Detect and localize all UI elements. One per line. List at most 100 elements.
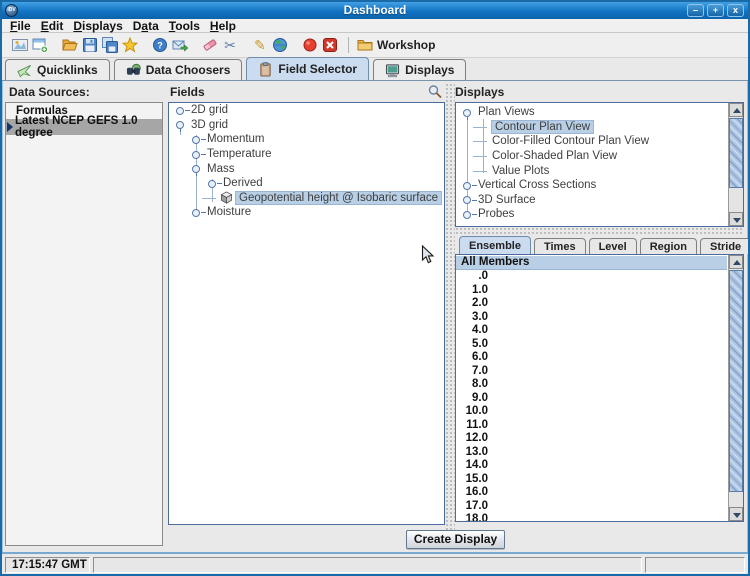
displays-tree-item[interactable]: Contour Plan View — [456, 120, 727, 135]
list-item[interactable]: 11.0 — [456, 418, 727, 432]
fields-tree-item[interactable]: Derived — [169, 176, 444, 191]
list-item[interactable]: 9.0 — [456, 391, 727, 405]
tree-collapsed-handle-icon[interactable] — [189, 132, 204, 146]
tree-collapsed-handle-icon[interactable] — [189, 147, 204, 161]
selector-tab-times[interactable]: Times — [534, 238, 586, 254]
tree-expanded-handle-icon[interactable] — [173, 118, 188, 132]
list-item[interactable]: 10.0 — [456, 405, 727, 419]
menu-file[interactable]: File — [8, 19, 39, 33]
list-item[interactable]: 17.0 — [456, 499, 727, 513]
fields-tree-item[interactable]: Moisture — [169, 205, 444, 220]
open-file-icon[interactable] — [62, 37, 78, 53]
list-item[interactable]: 7.0 — [456, 364, 727, 378]
create-display-button[interactable]: Create Display — [406, 530, 505, 549]
list-item[interactable]: 12.0 — [456, 432, 727, 446]
tree-collapsed-handle-icon[interactable] — [189, 205, 204, 219]
tree-collapsed-handle-icon[interactable] — [460, 207, 475, 221]
selector-tab-ensemble[interactable]: Ensemble — [459, 236, 531, 254]
list-item[interactable]: 3.0 — [456, 310, 727, 324]
save-as-icon[interactable] — [102, 37, 118, 53]
list-item-label: 14.0 — [456, 459, 488, 471]
monitor-icon — [385, 63, 400, 78]
list-item[interactable]: 8.0 — [456, 378, 727, 392]
list-item[interactable]: 6.0 — [456, 351, 727, 365]
maximize-button[interactable]: + — [707, 4, 724, 17]
title-bar[interactable]: IDV Dashboard –+x — [2, 2, 748, 19]
save-icon[interactable] — [82, 37, 98, 53]
support-request-icon[interactable] — [172, 37, 188, 53]
scroll-up-icon[interactable] — [729, 103, 743, 117]
globe-icon[interactable] — [272, 37, 288, 53]
tab-data-choosers[interactable]: Data Choosers — [114, 59, 243, 80]
menu-help[interactable]: Help — [208, 19, 244, 33]
displays-tree-item[interactable]: Plan Views — [456, 105, 727, 120]
minimize-button[interactable]: – — [687, 4, 704, 17]
show-dashboard-icon[interactable] — [12, 37, 28, 53]
list-item[interactable]: 4.0 — [456, 324, 727, 338]
list-item[interactable]: 15.0 — [456, 472, 727, 486]
tab-quicklinks[interactable]: Quicklinks — [5, 59, 110, 80]
displays-tree-item[interactable]: 3D Surface — [456, 193, 727, 208]
eraser-icon[interactable] — [202, 37, 218, 53]
tab-displays[interactable]: Displays — [373, 59, 466, 80]
list-item[interactable]: 18.0 — [456, 513, 727, 522]
horizontal-splitter[interactable] — [455, 227, 744, 236]
tree-expanded-handle-icon[interactable] — [460, 105, 475, 119]
menu-displays[interactable]: Displays — [71, 19, 130, 33]
data-sources-list[interactable]: FormulasLatest NCEP GEFS 1.0 degree — [5, 102, 163, 546]
ensemble-scrollbar[interactable] — [728, 255, 743, 521]
scrollbar-thumb[interactable] — [729, 118, 743, 188]
displays-tree-item[interactable]: Color-Shaded Plan View — [456, 149, 727, 164]
displays-tree-item[interactable]: Vertical Cross Sections — [456, 178, 727, 193]
scroll-down-icon[interactable] — [729, 507, 743, 521]
list-item[interactable]: 14.0 — [456, 459, 727, 473]
scrollbar-thumb[interactable] — [729, 270, 743, 492]
list-item[interactable]: 1.0 — [456, 283, 727, 297]
fields-tree-item[interactable]: Geopotential height @ Isobaric surface — [169, 191, 444, 206]
selector-tab-level[interactable]: Level — [589, 238, 637, 254]
scroll-up-icon[interactable] — [729, 255, 743, 269]
tree-collapsed-handle-icon[interactable] — [205, 176, 220, 190]
tree-collapsed-handle-icon[interactable] — [173, 103, 188, 117]
help-icon[interactable]: ? — [152, 37, 168, 53]
list-item[interactable]: .0 — [456, 270, 727, 284]
list-item[interactable]: 16.0 — [456, 486, 727, 500]
displays-tree-item[interactable]: Color-Filled Contour Plan View — [456, 134, 727, 149]
menu-tools[interactable]: Tools — [167, 19, 208, 33]
data-source-item[interactable]: Latest NCEP GEFS 1.0 degree — [6, 119, 162, 135]
magnifier-icon[interactable] — [427, 84, 443, 100]
fields-tree-item[interactable]: 3D grid — [169, 118, 444, 133]
fields-tree-item[interactable]: 2D grid — [169, 103, 444, 118]
new-window-icon[interactable] — [32, 37, 48, 53]
tab-field-selector[interactable]: Field Selector — [246, 57, 369, 80]
displays-tree[interactable]: Plan ViewsContour Plan ViewColor-Filled … — [455, 102, 744, 227]
displays-scrollbar[interactable] — [728, 103, 743, 226]
record-icon[interactable] — [302, 37, 318, 53]
exit-icon[interactable] — [322, 37, 338, 53]
cut-icon[interactable]: ✂ — [222, 37, 238, 53]
selector-tab-region[interactable]: Region — [640, 238, 697, 254]
fields-tree-item[interactable]: Temperature — [169, 147, 444, 162]
menu-data[interactable]: Data — [131, 19, 167, 33]
tree-collapsed-handle-icon[interactable] — [460, 178, 475, 192]
tree-collapsed-handle-icon[interactable] — [460, 193, 475, 207]
selector-tab-stride[interactable]: Stride — [700, 238, 750, 254]
tree-expanded-handle-icon[interactable] — [189, 162, 204, 176]
vertical-splitter[interactable] — [445, 83, 455, 552]
close-button[interactable]: x — [727, 4, 744, 17]
list-item[interactable]: 13.0 — [456, 445, 727, 459]
ensemble-list[interactable]: All Members.01.02.03.04.05.06.07.08.09.0… — [455, 254, 744, 522]
list-item[interactable]: All Members — [456, 256, 727, 270]
scroll-down-icon[interactable] — [729, 212, 743, 226]
fields-tree-item[interactable]: Mass — [169, 161, 444, 176]
menu-edit[interactable]: Edit — [39, 19, 72, 33]
edit-pencil-icon[interactable]: ✎ — [252, 37, 268, 53]
displays-tree-item[interactable]: Value Plots — [456, 163, 727, 178]
workshop-toolbar-group[interactable]: Workshop — [357, 37, 435, 53]
favorites-star-icon[interactable] — [122, 37, 138, 53]
list-item[interactable]: 5.0 — [456, 337, 727, 351]
fields-tree-item[interactable]: Momentum — [169, 132, 444, 147]
displays-tree-item[interactable]: Probes — [456, 207, 727, 222]
list-item[interactable]: 2.0 — [456, 297, 727, 311]
fields-tree[interactable]: 2D grid3D gridMomentumTemperatureMassDer… — [168, 102, 445, 525]
